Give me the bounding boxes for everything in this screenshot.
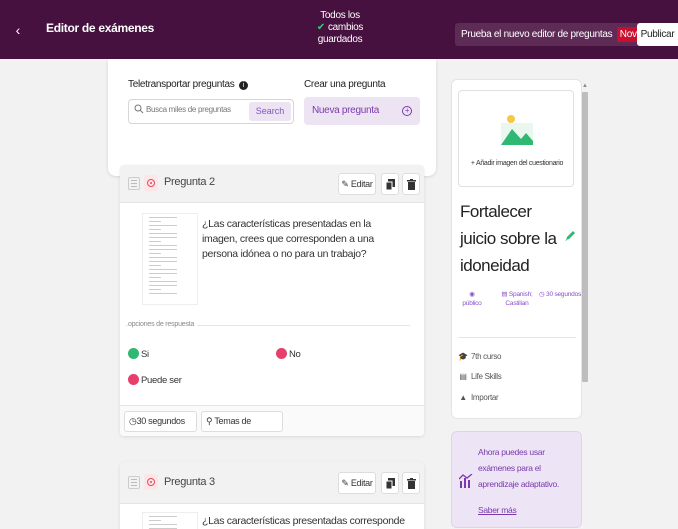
copy-icon: [386, 179, 395, 190]
import-row[interactable]: ▲ Importar: [458, 393, 499, 402]
eye-icon: ◉: [469, 291, 475, 298]
language-meta[interactable]: ▤ Spanish; Castilian: [494, 290, 540, 308]
question-text: ¿Las características presentadas en la i…: [202, 218, 374, 260]
scrollbar[interactable]: [582, 92, 588, 382]
options-label: opciones de respuesta: [128, 321, 198, 328]
question-source-card: Teletransportar preguntas i Search Crear…: [108, 59, 436, 176]
question-image[interactable]: [142, 512, 198, 529]
drag-handle-icon[interactable]: [128, 177, 140, 190]
search-input[interactable]: [146, 105, 246, 114]
quiz-title: Fortalecer juicio sobre la idoneidad: [460, 202, 557, 275]
correct-dot-icon: [128, 348, 139, 359]
check-icon: ✔: [316, 22, 325, 33]
quiz-settings-panel: + Añadir imagen del cuestionario Fortale…: [451, 79, 582, 419]
question-header: Pregunta 2 ✎ Editar: [120, 165, 424, 203]
chevron-left-icon: ‹: [15, 22, 21, 38]
question-search-box: Search: [128, 99, 294, 124]
clock-icon: ◷: [129, 416, 137, 426]
plus-circle-icon: +: [402, 106, 412, 116]
trash-icon: [407, 179, 416, 190]
delete-button[interactable]: [402, 472, 420, 494]
delete-button[interactable]: [402, 173, 420, 195]
info-icon[interactable]: i: [238, 81, 248, 90]
question-image[interactable]: [142, 213, 198, 305]
duplicate-button[interactable]: [381, 472, 399, 494]
question-number: Pregunta 2: [164, 176, 215, 188]
duration-meta[interactable]: ◷ 30 segundos: [538, 290, 581, 299]
save-status: Todos los ✔ cambios guardados: [316, 10, 364, 45]
adaptive-learning-icon: [459, 474, 473, 488]
question-card: Pregunta 3 ✎ Editar ¿Las características…: [120, 462, 424, 529]
question-text: ¿Las características presentadas corresp…: [202, 515, 405, 527]
editor-title: Editor de exámenes: [46, 21, 154, 35]
new-question-button[interactable]: Nueva pregunta +: [304, 97, 420, 125]
clock-icon: ◷: [538, 291, 545, 298]
tag-topics-button[interactable]: ⚲ Temas de etiqueta: [201, 411, 283, 436]
scroll-up-arrow-icon[interactable]: ▲: [582, 83, 588, 89]
divider: [458, 337, 576, 338]
create-question-label: Crear una pregunta: [304, 79, 386, 90]
pencil-icon: ✎: [341, 179, 349, 189]
question-card: Pregunta 2 ✎ Editar ¿Las características…: [120, 165, 424, 436]
multiple-choice-icon: [144, 474, 158, 490]
answer-option: Si: [128, 348, 149, 360]
import-icon: ▲: [459, 393, 467, 402]
adaptive-learning-promo: Ahora puedes usar exámenes para el apren…: [451, 431, 582, 528]
edit-button[interactable]: ✎ Editar: [338, 173, 376, 195]
promo-text: Ahora puedes usar exámenes para el apren…: [478, 447, 559, 489]
answer-option: No: [276, 348, 301, 360]
add-quiz-image-button[interactable]: + Añadir imagen del cuestionario: [458, 90, 574, 187]
try-new-editor-button[interactable]: Prueba el nuevo editor de preguntas Nove…: [455, 23, 667, 46]
incorrect-dot-icon: [276, 348, 287, 359]
time-dropdown[interactable]: ◷30 segundos ▼: [124, 411, 197, 432]
trash-icon: [407, 478, 416, 489]
multiple-choice-icon: [144, 175, 158, 191]
book-icon: ▤: [459, 372, 467, 381]
learn-more-link[interactable]: Saber más: [478, 505, 517, 515]
search-button[interactable]: Search: [249, 102, 291, 121]
image-icon: [501, 115, 533, 145]
question-number: Pregunta 3: [164, 476, 215, 488]
grade-row[interactable]: 🎓 7th curso: [458, 352, 501, 361]
edit-button[interactable]: ✎ Editar: [338, 472, 376, 494]
tag-icon: ⚲: [206, 416, 213, 426]
copy-icon: [386, 478, 395, 489]
language-icon: ▤: [501, 291, 508, 298]
publish-button[interactable]: Publicar: [637, 23, 678, 46]
incorrect-dot-icon: [128, 374, 139, 385]
answer-option: Puede ser: [128, 374, 182, 386]
search-icon: [134, 104, 144, 114]
graduation-cap-icon: 🎓: [458, 352, 468, 361]
visibility-meta[interactable]: ◉ público: [452, 290, 492, 308]
back-button[interactable]: ‹: [8, 20, 28, 40]
subject-row[interactable]: ▤ Life Skills: [458, 372, 501, 381]
pencil-icon[interactable]: [564, 230, 576, 242]
duplicate-button[interactable]: [381, 173, 399, 195]
pencil-icon: ✎: [341, 478, 349, 488]
drag-handle-icon[interactable]: [128, 476, 140, 489]
question-header: Pregunta 3 ✎ Editar: [120, 462, 424, 504]
question-footer: ◷30 segundos ▼ ⚲ Temas de etiqueta: [120, 405, 424, 436]
top-bar: ‹ Editor de exámenes Todos los ✔ cambios …: [0, 0, 678, 59]
teleport-label: Teletransportar preguntas i: [128, 79, 248, 90]
